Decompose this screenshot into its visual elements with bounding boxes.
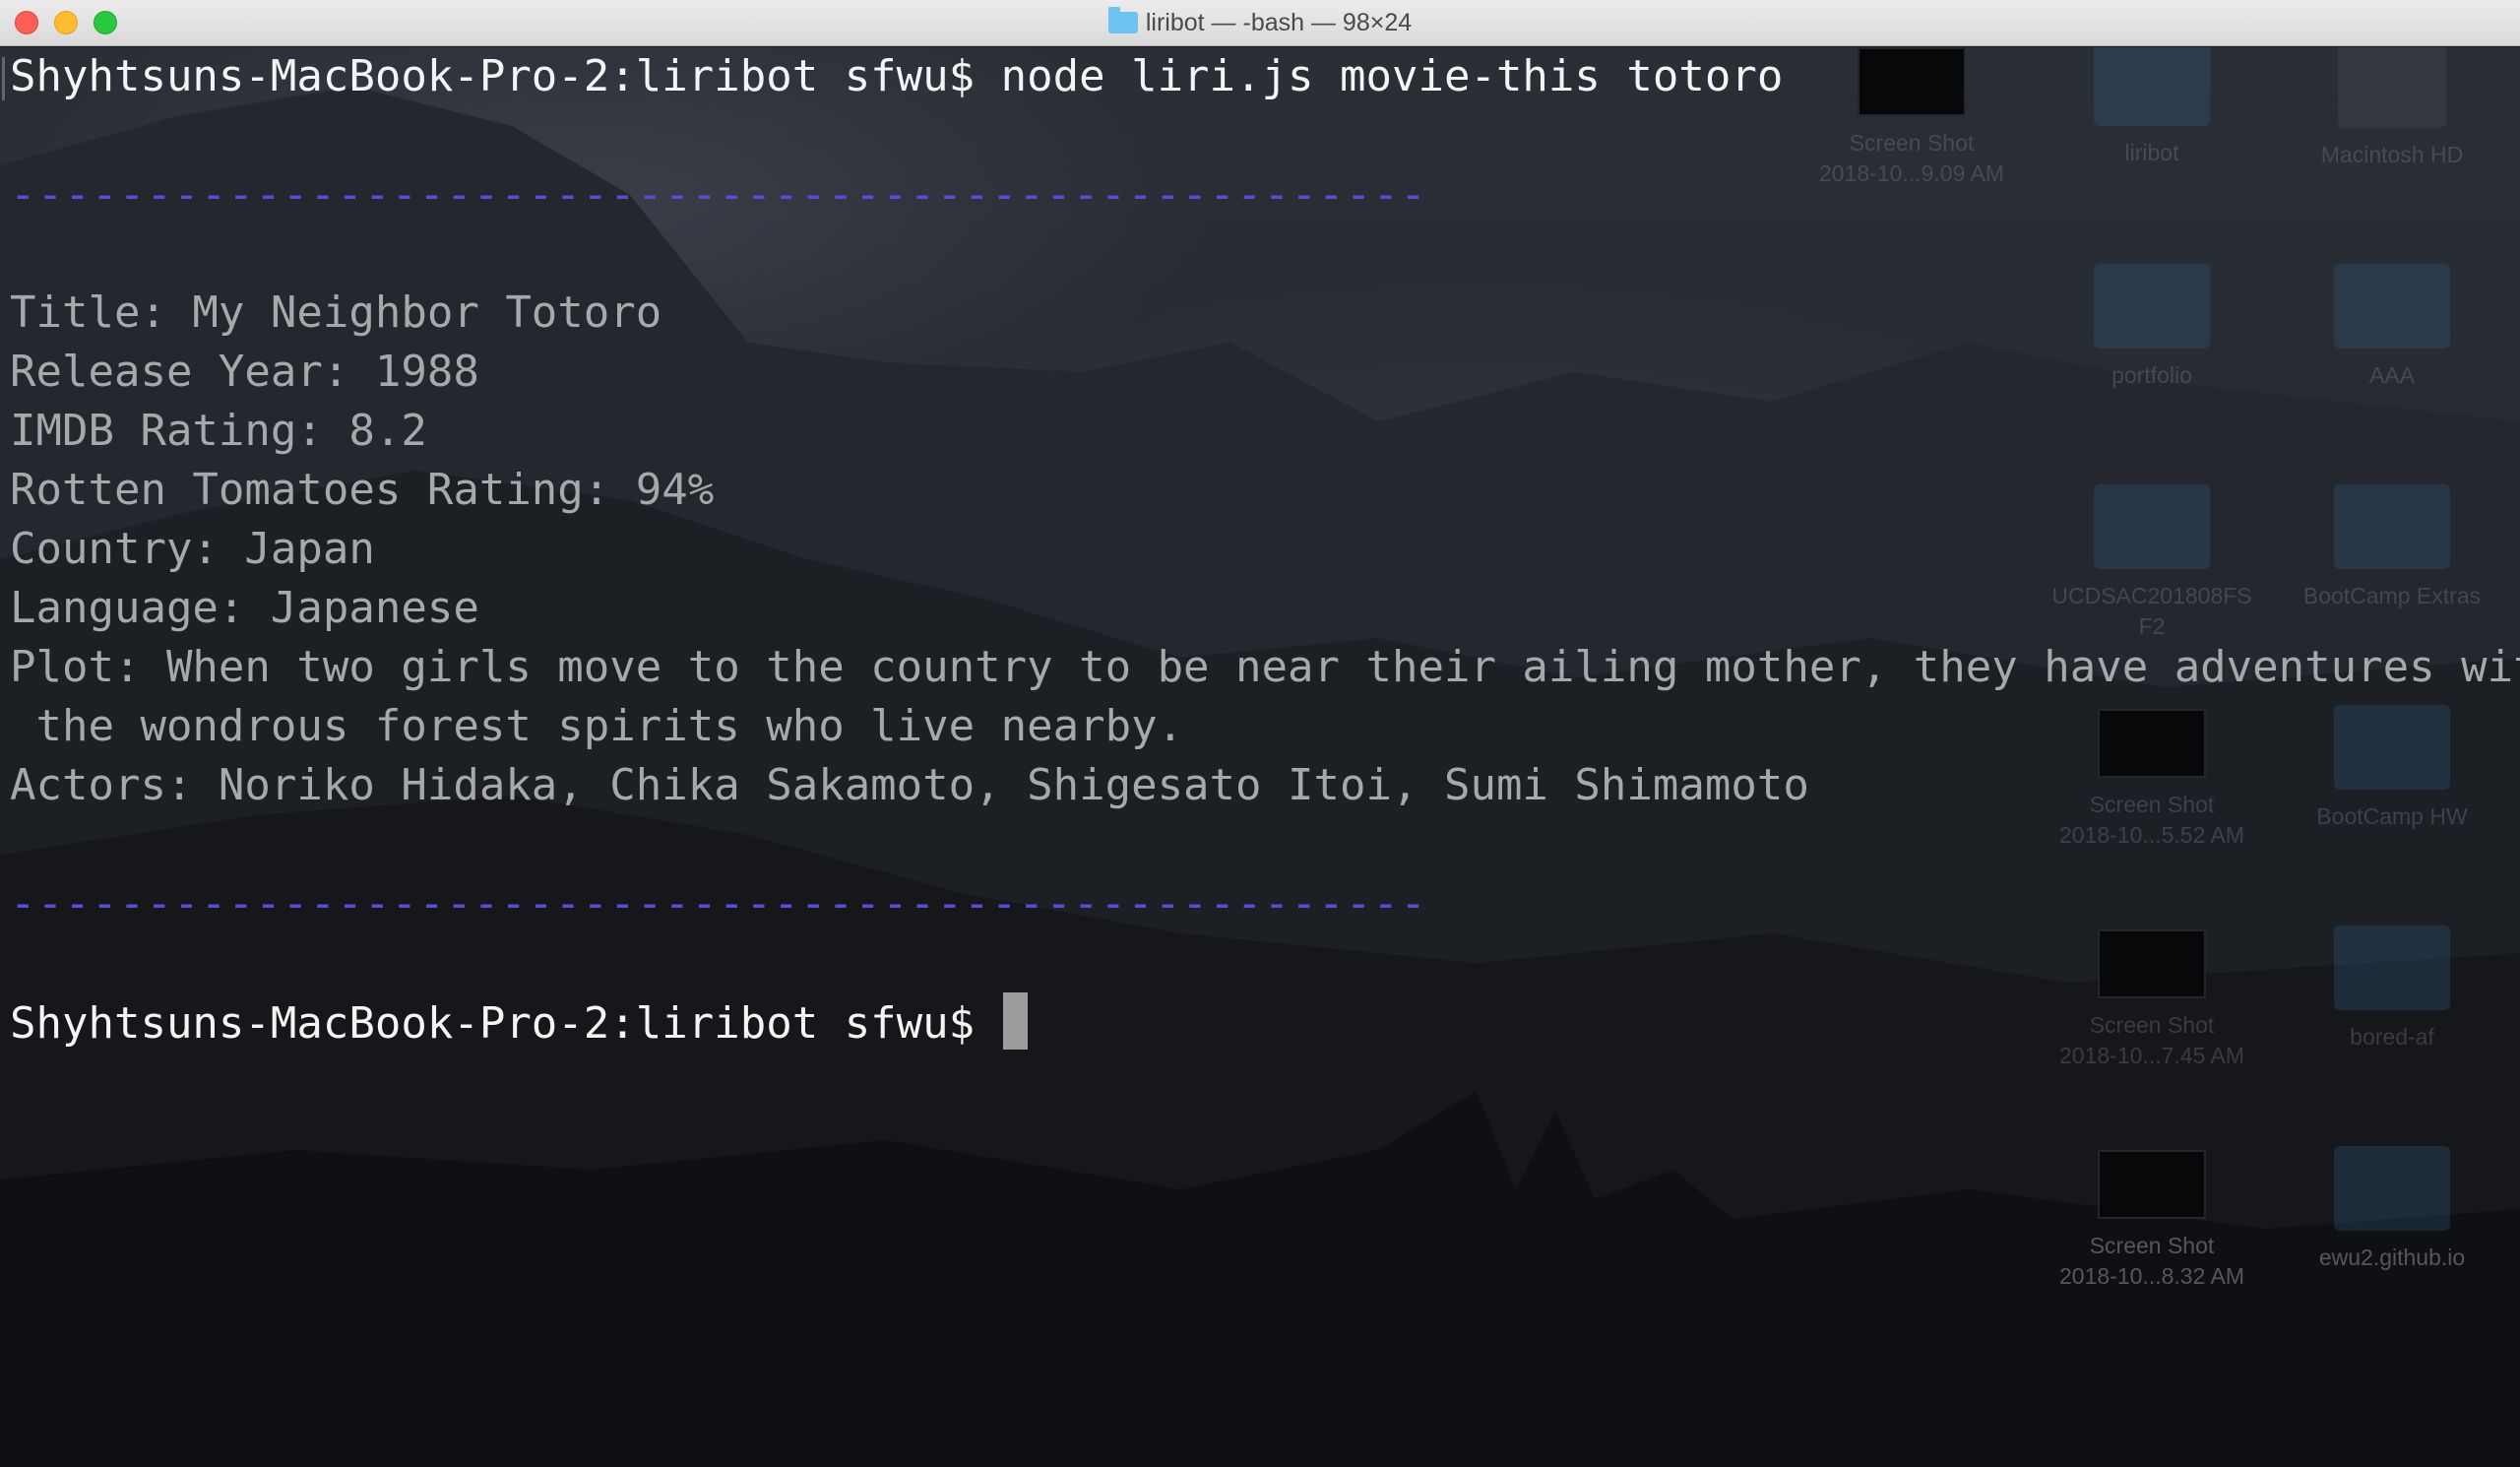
screenshot-thumbnail bbox=[2098, 1150, 2206, 1219]
screenshot-thumbnail bbox=[2098, 929, 2206, 998]
output-imdb-rating: IMDB Rating: 8.2 bbox=[10, 406, 427, 456]
output-release-year: Release Year: 1988 bbox=[10, 347, 479, 397]
desktop-item-label: liribot bbox=[2124, 140, 2179, 165]
desktop-item-portfolio[interactable]: portfolio bbox=[2034, 264, 2270, 391]
prompt-line[interactable]: Shyhtsuns-MacBook-Pro-2:liribot sfwu$ bbox=[10, 992, 1028, 1053]
desktop-item-screenshot-3[interactable]: Screen Shot 2018-10...7.45 AM bbox=[2034, 929, 2270, 1071]
desktop-item-label: portfolio bbox=[2111, 362, 2192, 388]
desktop-item-screenshot-4[interactable]: Screen Shot 2018-10...8.32 AM bbox=[2034, 1150, 2270, 1292]
window-title-container: liribot — -bash — 98×24 bbox=[0, 7, 2520, 37]
output-rotten-tomatoes-rating: Rotten Tomatoes Rating: 94% bbox=[10, 465, 715, 515]
desktop-item-label: Screen Shot 2018-10...8.32 AM bbox=[2059, 1233, 2244, 1289]
folder-icon bbox=[2094, 264, 2210, 349]
desktop-item-ewu2-github-io[interactable]: ewu2.github.io bbox=[2274, 1146, 2510, 1273]
output-language: Language: Japanese bbox=[10, 583, 479, 633]
hard-disk-icon bbox=[2338, 47, 2446, 128]
desktop-item-label: ewu2.github.io bbox=[2318, 1244, 2466, 1270]
desktop-item-liribot[interactable]: liribot bbox=[2034, 47, 2270, 168]
terminal-window: liribot — -bash — 98×24 Screen Shot 2018-… bbox=[0, 0, 2520, 1467]
title-bar[interactable]: liribot — -bash — 98×24 bbox=[0, 0, 2520, 46]
output-country: Country: Japan bbox=[10, 524, 375, 574]
output-title: Title: My Neighbor Totoro bbox=[10, 287, 662, 338]
folder-icon bbox=[2094, 47, 2210, 126]
folder-icon bbox=[2334, 1146, 2450, 1231]
folder-icon bbox=[2334, 484, 2450, 569]
desktop-item-screenshot-1[interactable]: Screen Shot 2018-10...9.09 AM bbox=[1794, 47, 2030, 189]
folder-icon bbox=[2094, 484, 2210, 569]
terminal-content[interactable]: Screen Shot 2018-10...9.09 AM liribot Mac… bbox=[0, 47, 2520, 1467]
scroll-marker bbox=[2, 57, 5, 100]
desktop-item-bootcamp-extras[interactable]: BootCamp Extras bbox=[2274, 484, 2510, 611]
desktop-item-label: Screen Shot 2018-10...5.52 AM bbox=[2059, 792, 2244, 848]
separator-bottom: ----------------------------------------… bbox=[10, 878, 1427, 928]
desktop-item-label: BootCamp HW bbox=[2316, 803, 2468, 829]
folder-icon bbox=[2334, 264, 2450, 349]
prompt-text: Shyhtsuns-MacBook-Pro-2:liribot sfwu$ bbox=[10, 998, 1001, 1049]
desktop-item-macintosh-hd[interactable]: Macintosh HD bbox=[2274, 47, 2510, 170]
desktop-item-ucdsac[interactable]: UCDSAC201808FS F2 bbox=[2034, 484, 2270, 642]
desktop-item-bored-af[interactable]: bored-af bbox=[2274, 925, 2510, 1052]
window-title: liribot — -bash — 98×24 bbox=[1145, 9, 1413, 36]
desktop-item-label: bored-af bbox=[2350, 1024, 2434, 1050]
command-line: Shyhtsuns-MacBook-Pro-2:liribot sfwu$ no… bbox=[10, 51, 1784, 101]
desktop-item-label: UCDSAC201808FS F2 bbox=[2051, 583, 2252, 639]
desktop-item-label: BootCamp Extras bbox=[2302, 583, 2482, 608]
folder-icon bbox=[1107, 7, 1138, 33]
screenshot-thumbnail bbox=[2098, 709, 2206, 778]
desktop-item-label: Screen Shot 2018-10...9.09 AM bbox=[1819, 130, 2004, 186]
output-plot-continued: the wondrous forest spirits who live nea… bbox=[10, 701, 1184, 751]
screenshot-thumbnail bbox=[1858, 47, 1966, 116]
output-plot: Plot: When two girls move to the country… bbox=[10, 642, 2520, 692]
output-actors: Actors: Noriko Hidaka, Chika Sakamoto, S… bbox=[10, 760, 1809, 810]
desktop-item-label: Screen Shot 2018-10...7.45 AM bbox=[2059, 1012, 2244, 1068]
desktop-item-label: Macintosh HD bbox=[2320, 142, 2464, 167]
text-cursor bbox=[1002, 992, 1028, 1050]
separator-top: ----------------------------------------… bbox=[10, 169, 1427, 220]
desktop-item-label: AAA bbox=[2368, 362, 2416, 388]
desktop-item-screenshot-2[interactable]: Screen Shot 2018-10...5.52 AM bbox=[2034, 709, 2270, 851]
desktop-item-aaa[interactable]: AAA bbox=[2274, 264, 2510, 391]
folder-icon bbox=[2334, 925, 2450, 1010]
desktop-item-bootcamp-hw[interactable]: BootCamp HW bbox=[2274, 705, 2510, 832]
folder-icon bbox=[2334, 705, 2450, 790]
